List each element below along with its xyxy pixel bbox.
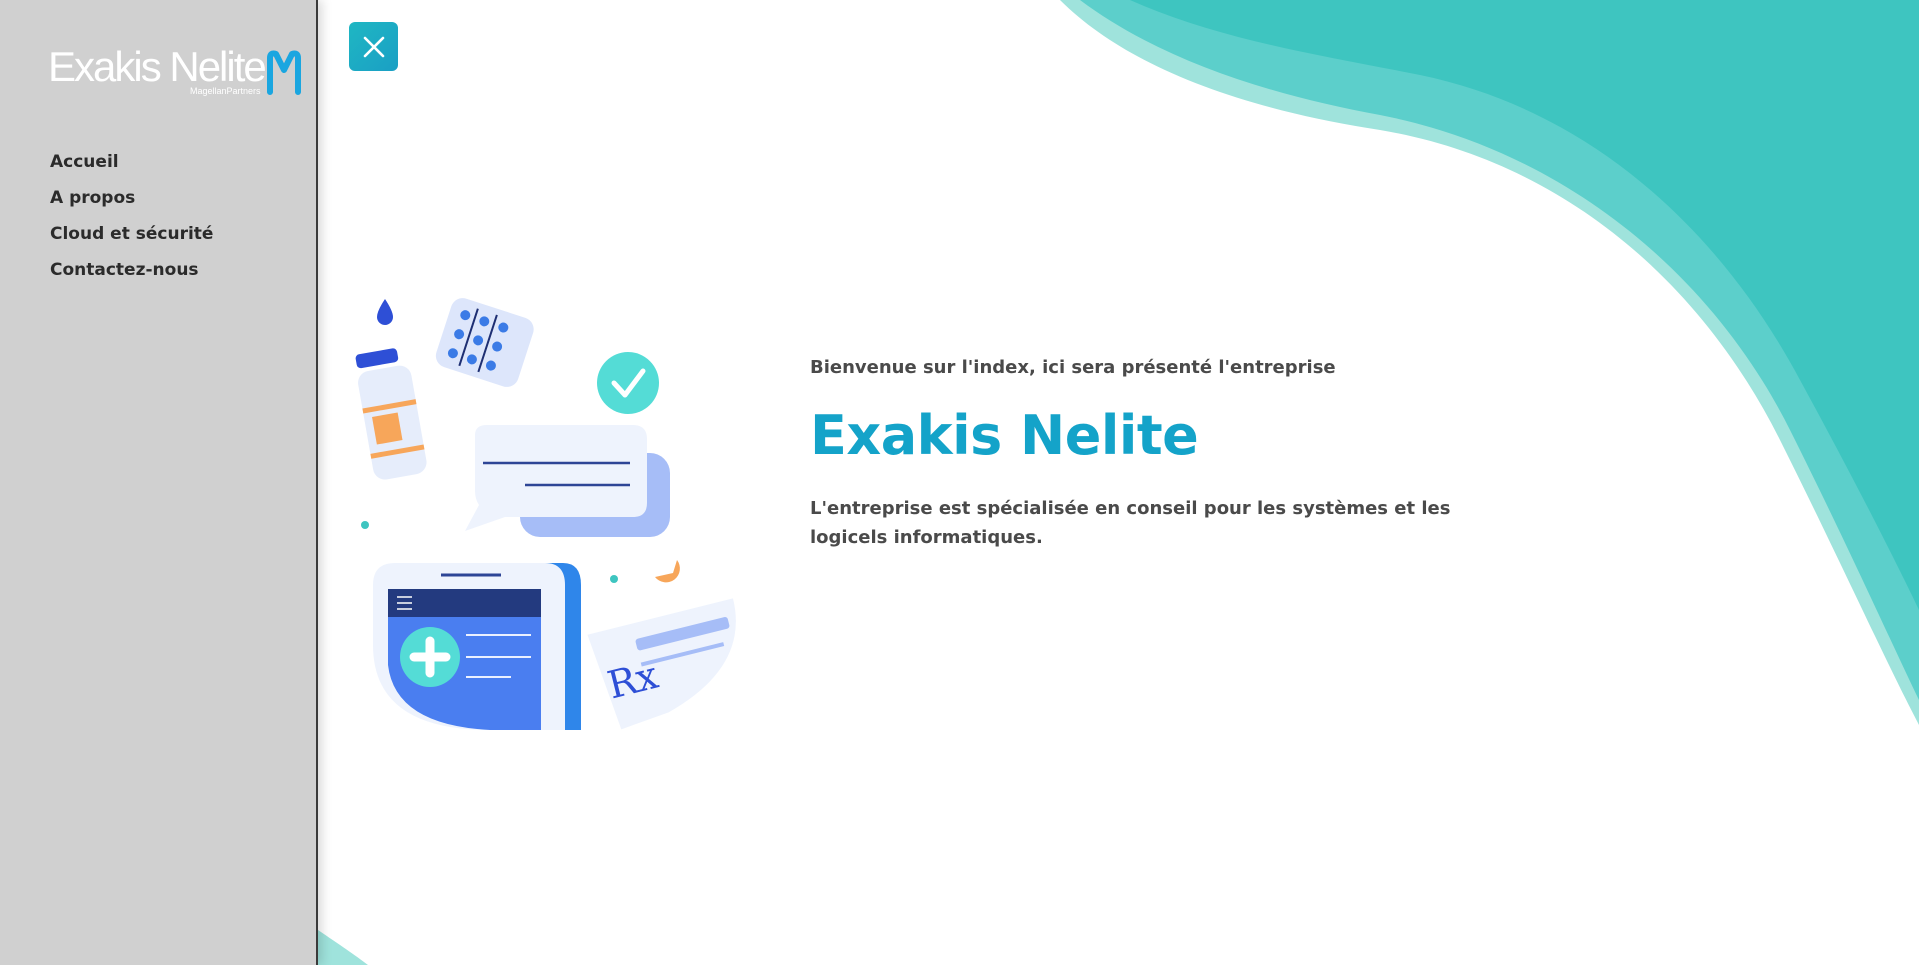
brand-logo[interactable]: Exakis Nelite MagellanPartners xyxy=(48,44,306,100)
hero-intro: Bienvenue sur l'index, ici sera présenté… xyxy=(810,357,1336,378)
nav-item-cloud-securite: Cloud et sécurité xyxy=(50,222,213,258)
hero-section: Bienvenue sur l'index, ici sera présenté… xyxy=(810,356,1570,552)
nav-link-a-propos[interactable]: A propos xyxy=(50,186,135,210)
decor-dot xyxy=(610,575,618,583)
nav-item-accueil: Accueil xyxy=(50,150,213,186)
nav-link-cloud-securite[interactable]: Cloud et sécurité xyxy=(50,222,213,246)
logo-text: Exakis Nelite xyxy=(48,43,267,90)
nav-link-accueil[interactable]: Accueil xyxy=(50,150,119,174)
logo-subtext: MagellanPartners xyxy=(190,86,261,96)
magellan-m-logo-icon xyxy=(267,50,301,95)
hero-description: L'entreprise est spécialisée en conseil … xyxy=(810,498,1451,548)
prescription-card-icon: Rx xyxy=(587,598,736,730)
orange-wedge-icon xyxy=(655,560,680,583)
main-nav: Accueil A propos Cloud et sécurité Conta… xyxy=(50,150,213,294)
nav-item-a-propos: A propos xyxy=(50,186,213,222)
sidebar: Exakis Nelite MagellanPartners Accueil A… xyxy=(0,0,318,965)
chat-bubbles-icon xyxy=(465,425,670,537)
hero-title: Exakis Nelite xyxy=(810,404,1199,467)
drop-icon xyxy=(377,299,393,325)
wave-bottom-corner xyxy=(318,930,368,965)
close-icon xyxy=(363,36,384,57)
medicine-bottle-icon xyxy=(355,348,427,480)
phone-app-icon xyxy=(373,563,581,730)
medical-app-illustration: Rx xyxy=(355,298,736,730)
close-sidebar-button[interactable] xyxy=(349,22,398,71)
nav-link-contactez-nous[interactable]: Contactez-nous xyxy=(50,258,199,282)
check-circle-icon xyxy=(597,352,659,414)
decor-dot xyxy=(361,521,369,529)
nav-item-contact: Contactez-nous xyxy=(50,258,213,294)
page: Exakis Nelite MagellanPartners Accueil A… xyxy=(0,0,1919,965)
pill-blister-icon xyxy=(435,298,534,387)
